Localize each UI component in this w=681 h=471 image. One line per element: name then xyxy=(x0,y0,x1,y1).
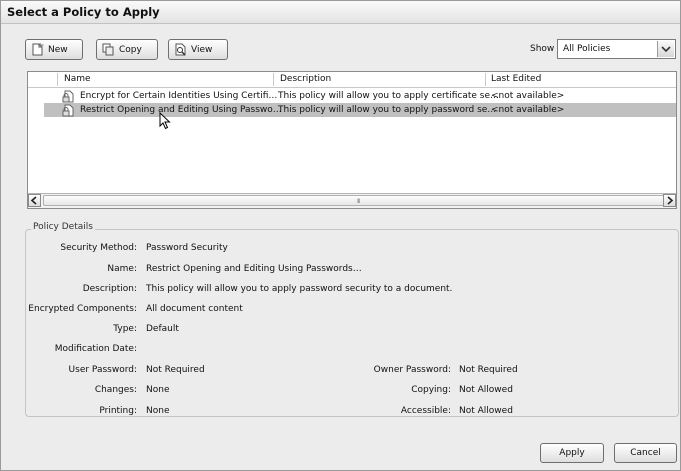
owner-password-value: Not Required xyxy=(459,365,518,375)
row-name: Encrypt for Certain Identities Using Cer… xyxy=(80,91,278,101)
view-button-label: View xyxy=(191,44,213,55)
table-row[interactable]: Encrypt for Certain Identities Using Cer… xyxy=(28,89,676,103)
copy-button[interactable]: Copy xyxy=(96,39,158,60)
row-last-edited: <not available> xyxy=(491,91,565,101)
table-row[interactable]: Restrict Opening and Editing Using Passw… xyxy=(44,103,676,117)
encrypted-components-label: Encrypted Components: xyxy=(28,304,137,314)
row-last-edited: <not available> xyxy=(491,105,565,115)
cancel-button[interactable]: Cancel xyxy=(614,443,677,463)
apply-button[interactable]: Apply xyxy=(540,443,604,463)
column-header-name[interactable]: Name xyxy=(64,74,91,84)
scroll-right-button[interactable] xyxy=(663,194,676,207)
copy-button-label: Copy xyxy=(119,44,142,55)
printing-value: None xyxy=(146,406,170,416)
modification-date-label: Modification Date: xyxy=(54,344,137,354)
dialog-title: Select a Policy to Apply xyxy=(7,5,160,19)
owner-password-label: Owner Password: xyxy=(373,365,451,375)
printing-label: Printing: xyxy=(99,406,137,416)
horizontal-scrollbar[interactable]: III xyxy=(28,193,676,208)
policy-list[interactable]: Name Description Last Edited Encrypt for… xyxy=(27,71,677,209)
copy-icon xyxy=(102,43,115,56)
name-label: Name: xyxy=(107,264,137,274)
accessible-label: Accessible: xyxy=(400,406,451,416)
type-label: Type: xyxy=(113,324,137,334)
policy-document-icon xyxy=(62,104,75,117)
user-password-label: User Password: xyxy=(68,365,137,375)
column-divider xyxy=(485,73,486,86)
column-divider xyxy=(57,73,58,86)
security-method-value: Password Security xyxy=(146,243,228,253)
encrypted-components-value: All document content xyxy=(146,304,243,314)
row-description: This policy will allow you to apply pass… xyxy=(278,105,497,115)
accessible-value: Not Allowed xyxy=(459,406,513,416)
name-value: Restrict Opening and Editing Using Passw… xyxy=(146,264,362,274)
new-document-icon xyxy=(31,43,44,56)
column-header-description[interactable]: Description xyxy=(280,74,331,84)
policy-document-icon xyxy=(62,90,75,103)
select-policy-dialog: Select a Policy to Apply New Copy View S… xyxy=(0,0,681,471)
show-filter-value: All Policies xyxy=(563,44,611,54)
new-button-label: New xyxy=(48,44,68,55)
user-password-value: Not Required xyxy=(146,365,205,375)
row-description: This policy will allow you to apply cert… xyxy=(278,91,499,101)
policy-details-legend: Policy Details xyxy=(31,222,95,232)
row-name: Restrict Opening and Editing Using Passw… xyxy=(80,105,282,115)
scroll-left-button[interactable] xyxy=(28,194,41,207)
policy-list-header: Name Description Last Edited xyxy=(28,72,676,88)
security-method-label: Security Method: xyxy=(60,243,137,253)
column-header-last-edited[interactable]: Last Edited xyxy=(491,74,541,84)
new-button[interactable]: New xyxy=(25,39,83,60)
column-divider xyxy=(273,73,274,86)
view-icon xyxy=(174,43,187,56)
description-value: This policy will allow you to apply pass… xyxy=(146,284,453,294)
scrollbar-thumb[interactable]: III xyxy=(43,195,671,206)
type-value: Default xyxy=(146,324,179,334)
description-label: Description: xyxy=(82,284,137,294)
changes-value: None xyxy=(146,385,170,395)
show-filter-select[interactable]: All Policies xyxy=(557,39,676,59)
chevron-down-icon[interactable] xyxy=(657,41,674,57)
copying-value: Not Allowed xyxy=(459,385,513,395)
dialog-titlebar: Select a Policy to Apply xyxy=(1,1,680,24)
view-button[interactable]: View xyxy=(168,39,228,60)
copying-label: Copying: xyxy=(411,385,451,395)
scrollbar-grip: III xyxy=(357,198,360,205)
show-filter-label: Show xyxy=(530,44,555,54)
changes-label: Changes: xyxy=(94,385,137,395)
mouse-pointer-icon xyxy=(159,111,171,133)
